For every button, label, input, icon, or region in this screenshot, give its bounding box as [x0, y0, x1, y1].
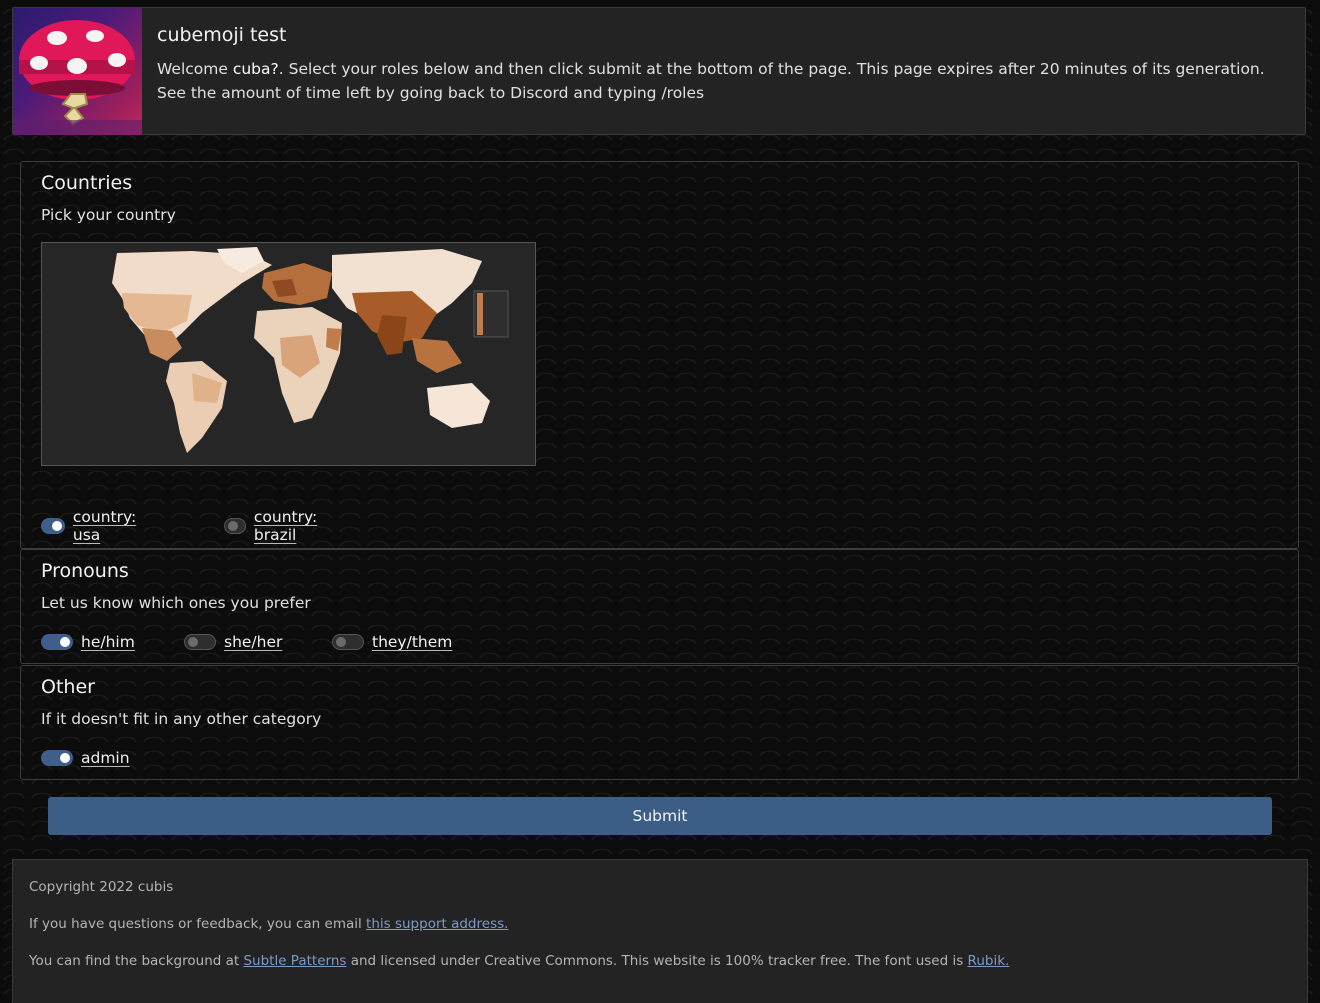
welcome-suffix: . Select your roles below and then click…: [157, 60, 1265, 102]
welcome-text: Welcome cuba?. Select your roles below a…: [157, 57, 1277, 105]
contact-prefix: If you have questions or feedback, you c…: [29, 916, 367, 932]
role-he-him[interactable]: he/him: [41, 631, 135, 653]
toggle-knob: [51, 521, 62, 531]
username: cuba?: [232, 60, 279, 78]
toggle-knob: [228, 521, 238, 531]
section-pronouns: Pronouns Let us know which ones you pref…: [20, 549, 1299, 664]
section-countries: Countries Pick your country country: usa…: [20, 161, 1299, 549]
toggle-switch-on[interactable]: [41, 518, 65, 534]
toggle-switch-off[interactable]: [184, 634, 216, 650]
toggle-knob: [336, 637, 346, 647]
world-map-image: [41, 242, 536, 466]
section-title: Countries: [41, 172, 133, 194]
mushroom-logo: [13, 8, 142, 135]
section-other: Other If it doesn't fit in any other cat…: [20, 665, 1299, 780]
role-label[interactable]: admin: [81, 749, 130, 767]
role-label[interactable]: country: brazil: [254, 508, 327, 544]
role-admin[interactable]: admin: [41, 747, 130, 769]
role-label[interactable]: country: usa: [73, 508, 144, 544]
section-title: Pronouns: [41, 560, 129, 582]
role-country-brazil[interactable]: country: brazil: [224, 508, 327, 544]
role-label[interactable]: she/her: [224, 633, 282, 651]
role-label[interactable]: they/them: [372, 633, 452, 651]
support-email-link[interactable]: this support address.: [366, 916, 508, 932]
credits-text: You can find the background at Subtle Pa…: [29, 953, 1009, 969]
section-description: If it doesn't fit in any other category: [41, 710, 322, 728]
role-they-them[interactable]: they/them: [332, 631, 452, 653]
role-she-her[interactable]: she/her: [184, 631, 282, 653]
toggle-switch-off[interactable]: [332, 634, 364, 650]
role-country-usa[interactable]: country: usa: [41, 508, 144, 544]
background-prefix: You can find the background at: [29, 953, 244, 969]
page-title: cubemoji test: [157, 24, 287, 46]
toggle-switch-on[interactable]: [41, 750, 73, 766]
toggle-knob: [60, 753, 70, 763]
section-description: Let us know which ones you prefer: [41, 594, 311, 612]
header-card: cubemoji test Welcome cuba?. Select your…: [12, 7, 1306, 135]
submit-button[interactable]: Submit: [48, 797, 1272, 835]
footer: Copyright 2022 cubis If you have questio…: [12, 859, 1308, 1003]
toggle-switch-on[interactable]: [41, 634, 73, 650]
toggle-switch-off[interactable]: [224, 518, 246, 534]
section-description: Pick your country: [41, 206, 176, 224]
toggle-knob: [188, 637, 198, 647]
toggle-knob: [60, 637, 70, 647]
rubik-font-link[interactable]: Rubik.: [968, 953, 1010, 969]
subtle-patterns-link[interactable]: Subtle Patterns: [243, 953, 346, 969]
background-middle: and licensed under Creative Commons. Thi…: [346, 953, 968, 969]
role-label[interactable]: he/him: [81, 633, 135, 651]
welcome-prefix: Welcome: [157, 60, 233, 78]
copyright-text: Copyright 2022 cubis: [29, 879, 174, 895]
contact-text: If you have questions or feedback, you c…: [29, 916, 508, 932]
section-title: Other: [41, 676, 95, 698]
